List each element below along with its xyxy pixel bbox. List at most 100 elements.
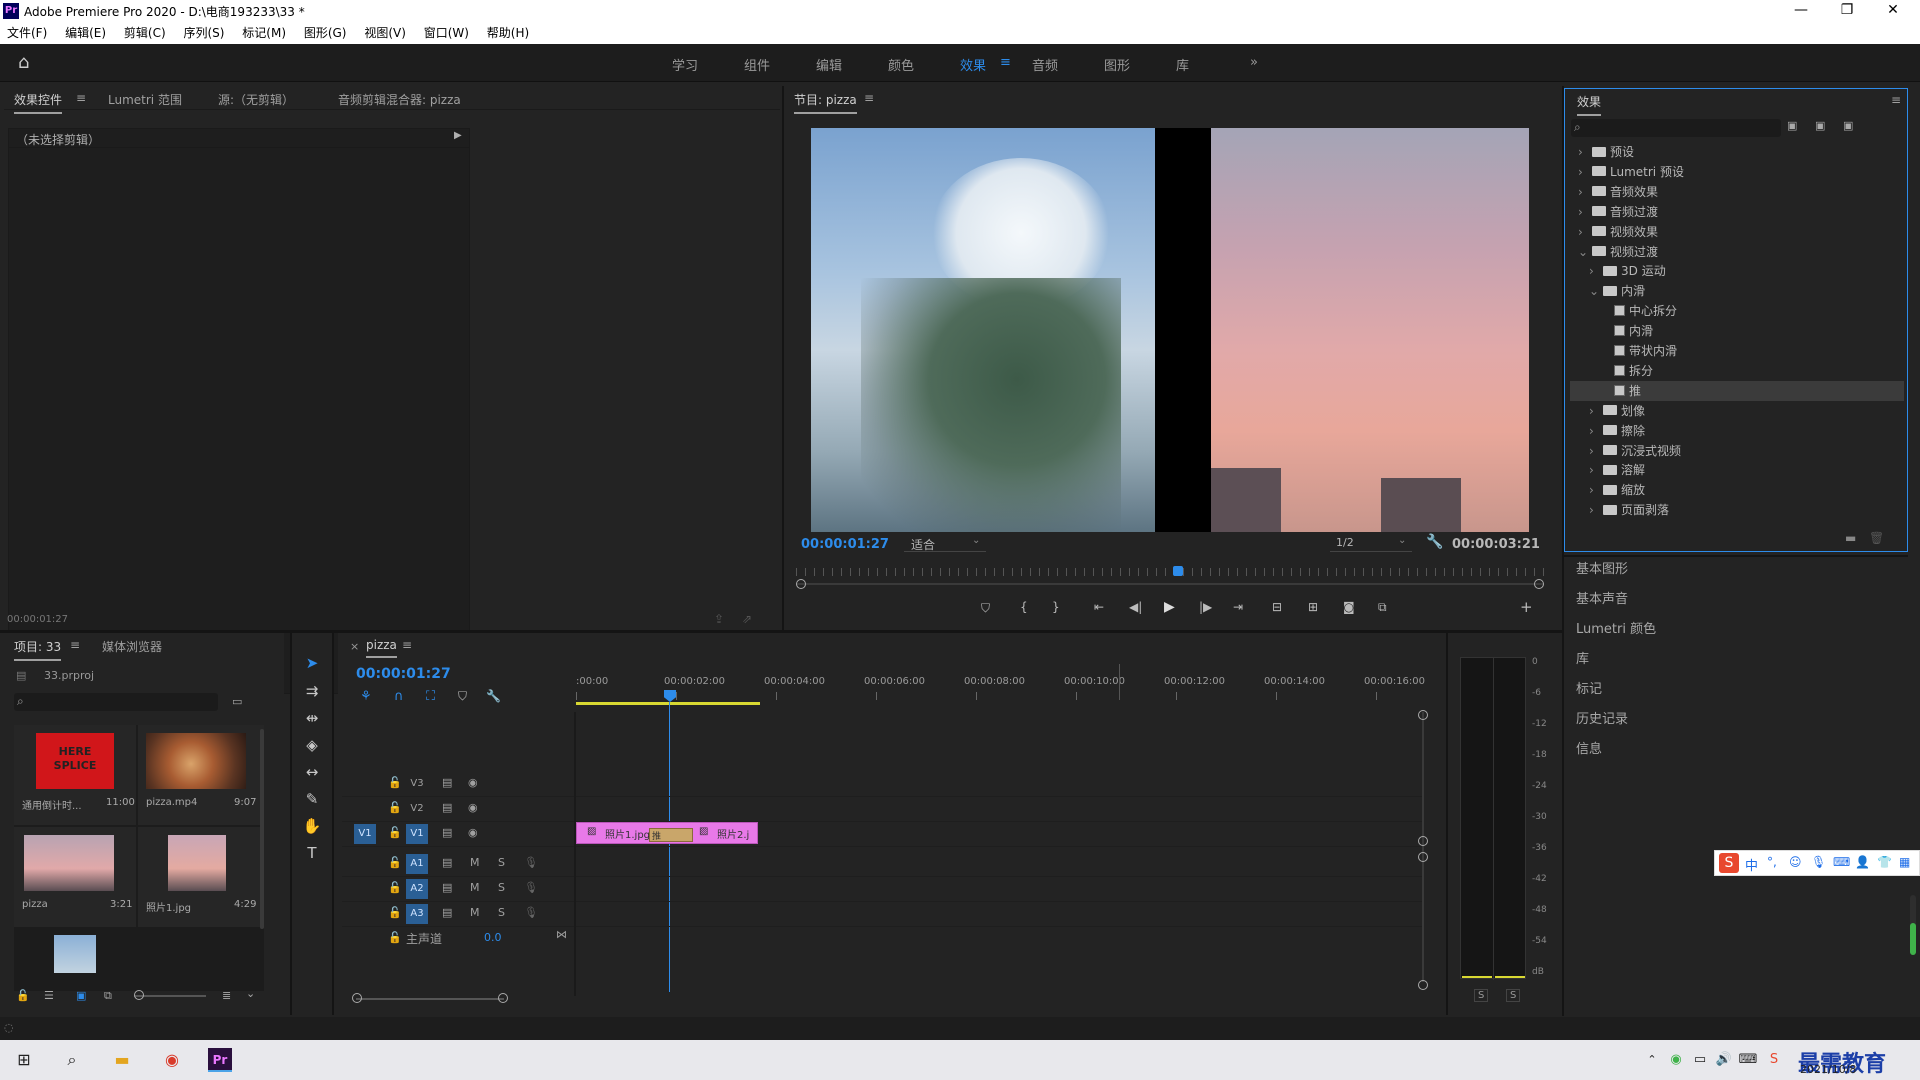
zoom-handle-right[interactable] xyxy=(1534,579,1544,589)
panel-essential-graphics[interactable]: 基本图形 xyxy=(1576,558,1628,577)
tab-lumetri-scopes[interactable]: Lumetri 范围 xyxy=(108,91,182,108)
workspace-more-icon[interactable]: » xyxy=(1250,55,1258,70)
timeline-vertical-scrollbar[interactable] xyxy=(1422,712,1424,982)
close-icon[interactable]: × xyxy=(350,640,359,653)
track-select-tool-icon[interactable]: ⇉ xyxy=(301,680,323,702)
track-lock-icon[interactable]: 🔓 xyxy=(388,906,402,919)
vscroll-handle[interactable] xyxy=(1418,852,1428,862)
panel-lumetri-color[interactable]: Lumetri 颜色 xyxy=(1576,618,1656,637)
project-search-input[interactable]: ⌕ xyxy=(14,693,218,711)
vscroll-handle[interactable] xyxy=(1418,710,1428,720)
menu-graphics[interactable]: 图形(G) xyxy=(297,22,354,44)
menu-edit[interactable]: 编辑(E) xyxy=(58,22,113,44)
selection-tool-icon[interactable]: ➤ xyxy=(301,652,323,674)
vscroll-handle[interactable] xyxy=(1418,980,1428,990)
zoom-handle-left[interactable] xyxy=(796,579,806,589)
ripple-edit-tool-icon[interactable]: ⇹ xyxy=(301,707,323,729)
track-lock-icon[interactable]: 🔓 xyxy=(388,776,402,789)
menu-file[interactable]: 文件(F) xyxy=(0,22,54,44)
effects-tree-item[interactable]: › 3D 运动 xyxy=(1570,261,1904,281)
menu-sequence[interactable]: 序列(S) xyxy=(176,22,231,44)
chevron-right-icon[interactable]: › xyxy=(1589,421,1599,441)
track-target-v2[interactable]: V2 xyxy=(406,799,428,819)
lift-icon[interactable]: ⊟ xyxy=(1272,600,1282,614)
program-video-frame[interactable] xyxy=(811,128,1529,532)
chevron-right-icon[interactable]: › xyxy=(1578,162,1588,182)
sync-lock-icon[interactable]: ▤ xyxy=(442,881,452,894)
track-target-v1[interactable]: V1 xyxy=(406,824,428,844)
effects-tree-item[interactable]: › 溶解 xyxy=(1570,460,1904,480)
panel-divider[interactable] xyxy=(782,86,784,630)
track-target-a1[interactable]: A1 xyxy=(406,854,428,874)
network-icon[interactable]: ▭ xyxy=(1688,1048,1712,1072)
fit-dropdown[interactable]: 适合 ⌄ xyxy=(904,534,986,552)
add-marker-icon[interactable]: ⛉ xyxy=(981,601,990,616)
chevron-down-icon[interactable]: ⌄ xyxy=(246,987,255,1000)
track-lock-icon[interactable]: 🔓 xyxy=(388,801,402,814)
panel-menu-icon[interactable]: ≡ xyxy=(70,638,80,652)
compare-icon[interactable]: ⧉ xyxy=(1378,600,1387,615)
solo-right-button[interactable]: S xyxy=(1506,989,1521,1002)
zoom-slider-handle[interactable] xyxy=(134,990,144,1000)
source-patch-v1[interactable]: V1 xyxy=(354,824,376,844)
sync-lock-icon[interactable]: ▤ xyxy=(442,801,452,814)
workspace-audio[interactable]: 音频 xyxy=(1032,55,1058,74)
chevron-right-icon[interactable]: › xyxy=(1589,401,1599,421)
video-track-row[interactable] xyxy=(342,772,1422,797)
chevron-right-icon[interactable]: › xyxy=(1589,500,1599,520)
menu-window[interactable]: 窗口(W) xyxy=(417,22,476,44)
keyboard-icon[interactable]: ⌨ xyxy=(1833,855,1850,869)
camera-icon[interactable]: ◙ xyxy=(1343,600,1355,614)
effects-tree-item[interactable]: › 擦除 xyxy=(1570,421,1904,441)
video-track-row[interactable] xyxy=(342,822,1422,847)
chevron-down-icon[interactable]: ⌄ xyxy=(1589,281,1599,301)
effects-panel-title[interactable]: 效果 xyxy=(1577,93,1602,116)
workspace-menu-icon[interactable]: ≡ xyxy=(1000,55,1011,70)
step-forward-icon[interactable]: |▶ xyxy=(1199,600,1212,614)
photo2-thumbnail[interactable] xyxy=(54,935,96,973)
resolution-dropdown[interactable]: 1/2 ⌄ xyxy=(1330,534,1412,552)
emoji-icon[interactable]: ☺ xyxy=(1789,855,1802,869)
tab-sequence[interactable]: pizza xyxy=(366,638,397,658)
chevron-right-icon[interactable]: › xyxy=(1589,261,1599,281)
tab-effect-controls[interactable]: 效果控件 xyxy=(14,91,63,114)
extract-icon[interactable]: ⊞ xyxy=(1308,600,1318,614)
chevron-right-icon[interactable]: › xyxy=(1589,480,1599,500)
panel-essential-sound[interactable]: 基本声音 xyxy=(1576,588,1628,607)
tab-media-browser[interactable]: 媒体浏览器 xyxy=(102,638,162,655)
accelerated-effects-icon[interactable]: ▣ xyxy=(1787,119,1797,132)
solo-button[interactable]: S xyxy=(498,881,505,894)
new-bin-icon[interactable]: ▬ xyxy=(1845,531,1856,545)
home-icon[interactable]: ⌂ xyxy=(18,53,38,73)
project-item[interactable]: pizza 3:21 xyxy=(14,827,136,927)
track-lock-icon[interactable]: 🔓 xyxy=(388,826,402,839)
eye-icon[interactable]: ◉ xyxy=(468,826,478,839)
effects-tree-item[interactable]: 拆分 xyxy=(1570,361,1904,381)
windows-start-icon[interactable]: ⊞ xyxy=(12,1048,36,1072)
go-to-out-icon[interactable]: ⇥ xyxy=(1233,600,1243,614)
effects-tree-item[interactable]: › 划像 xyxy=(1570,401,1904,421)
input-method-icon[interactable]: ⌨ xyxy=(1736,1048,1760,1072)
search-icon[interactable]: ⌕ xyxy=(60,1048,84,1072)
track-lock-icon[interactable]: 🔓 xyxy=(388,881,402,894)
microphone-icon[interactable]: 🎙 xyxy=(524,881,538,894)
work-area-bar[interactable] xyxy=(576,702,760,705)
effects-tree-item[interactable]: 内滑 xyxy=(1570,321,1904,341)
zoom-slider[interactable] xyxy=(134,995,206,997)
program-playhead[interactable] xyxy=(1173,566,1184,576)
effects-tree-item[interactable]: ⌄ 视频过渡 xyxy=(1570,242,1904,262)
timeline-ruler[interactable]: :00:00 00:00:02:00 00:00:04:00 00:00:06:00 0… xyxy=(576,664,1426,704)
video-track-row[interactable] xyxy=(342,797,1422,822)
expand-arrow-icon[interactable]: ▶ xyxy=(454,130,462,141)
program-scrub-bar[interactable] xyxy=(796,566,1544,580)
menu-help[interactable]: 帮助(H) xyxy=(480,22,536,44)
pen-tool-icon[interactable]: ✎ xyxy=(301,788,323,810)
effects-tree-item[interactable]: ⌄ 内滑 xyxy=(1570,281,1904,301)
timeline-settings-wrench-icon[interactable]: 🔧 xyxy=(486,689,501,703)
transition-push[interactable]: 推 xyxy=(649,828,693,842)
chevron-right-icon[interactable]: › xyxy=(1589,460,1599,480)
workspace-assembly[interactable]: 组件 xyxy=(744,55,770,74)
program-current-timecode[interactable]: 00:00:01:27 xyxy=(801,537,889,552)
tab-source[interactable]: 源:（无剪辑） xyxy=(218,91,294,108)
panel-history[interactable]: 历史记录 xyxy=(1576,708,1628,727)
